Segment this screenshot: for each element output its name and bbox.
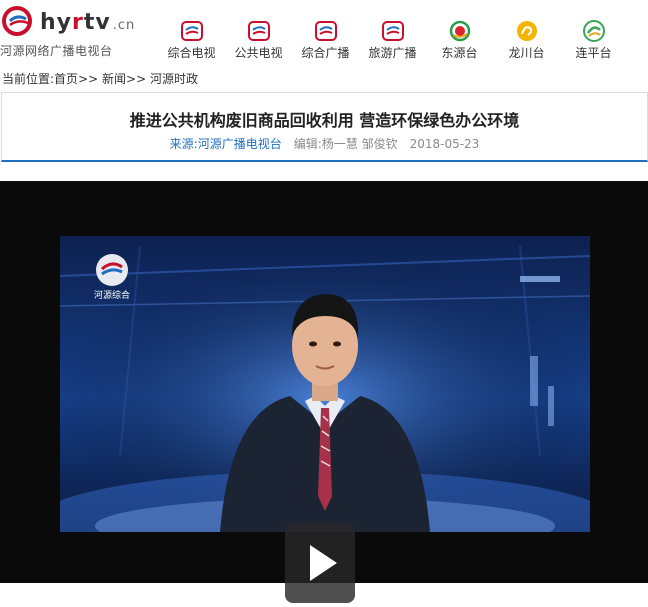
channel-nav: 综合电视 公共电视 综合广播 旅游广播 东源台 龙川台 连平台 [158, 20, 627, 61]
lianping-icon [582, 20, 605, 42]
nav-item-lianping[interactable]: 连平台 [560, 20, 627, 61]
article-header: 推进公共机构废旧商品回收利用 营造环保绿色办公环境 来源:河源广播电视台 编辑:杨… [1, 92, 648, 162]
channel-watermark: 河源综合 [94, 254, 130, 301]
nav-item-longchuan[interactable]: 龙川台 [493, 20, 560, 61]
video-frame[interactable]: 河源综合 [60, 236, 590, 532]
site-logo[interactable]: hyrtv .cn 河源网络广播电视台 [0, 4, 135, 62]
article-date: 2018-05-23 [409, 137, 480, 151]
play-icon [310, 545, 337, 581]
nav-item-travel-radio[interactable]: 旅游广播 [359, 20, 426, 61]
breadcrumb-prefix: 当前位置: [2, 72, 55, 86]
logo-wordmark: hyrtv .cn [40, 10, 136, 35]
article-source: 来源:河源广播电视台 [169, 137, 282, 151]
video-player[interactable]: 河源综合 [0, 181, 648, 603]
site-header: hyrtv .cn 河源网络广播电视台 综合电视 公共电视 综合广播 旅游广播 … [0, 0, 648, 86]
article-title: 推进公共机构废旧商品回收利用 营造环保绿色办公环境 [129, 111, 520, 130]
video-still-image: 河源综合 [60, 236, 590, 532]
article-meta: 来源:河源广播电视台 编辑:杨一慧 邹俊钦 2018-05-23 [2, 135, 647, 152]
travel-radio-icon [381, 21, 404, 41]
breadcrumb-separator: >> [126, 72, 147, 86]
breadcrumb: 当前位置:首页>> 新闻>> 河源时政 [2, 70, 198, 87]
hyrtv-logo-icon [2, 6, 32, 36]
longchuan-icon [516, 21, 537, 41]
nav-item-gonggong-tv[interactable]: 公共电视 [225, 20, 292, 61]
breadcrumb-politics-link[interactable]: 河源时政 [150, 72, 198, 86]
breadcrumb-home-link[interactable]: 首页 [54, 72, 78, 86]
dongyuan-icon [449, 20, 470, 42]
public-tv-icon [247, 21, 270, 41]
breadcrumb-news-link[interactable]: 新闻 [102, 72, 126, 86]
article-editor: 编辑:杨一慧 邹俊钦 [293, 137, 398, 151]
channel-watermark-text: 河源综合 [94, 289, 130, 301]
nav-item-dongyuan[interactable]: 东源台 [426, 20, 493, 61]
play-button[interactable] [285, 523, 355, 603]
nav-item-zonghe-tv[interactable]: 综合电视 [158, 20, 225, 61]
breadcrumb-separator: >> [78, 72, 99, 86]
logo-subtitle: 河源网络广播电视台 [0, 44, 113, 58]
tv-channel-icon [180, 21, 203, 41]
radio-icon [314, 21, 337, 41]
nav-item-zonghe-radio[interactable]: 综合广播 [292, 20, 359, 61]
